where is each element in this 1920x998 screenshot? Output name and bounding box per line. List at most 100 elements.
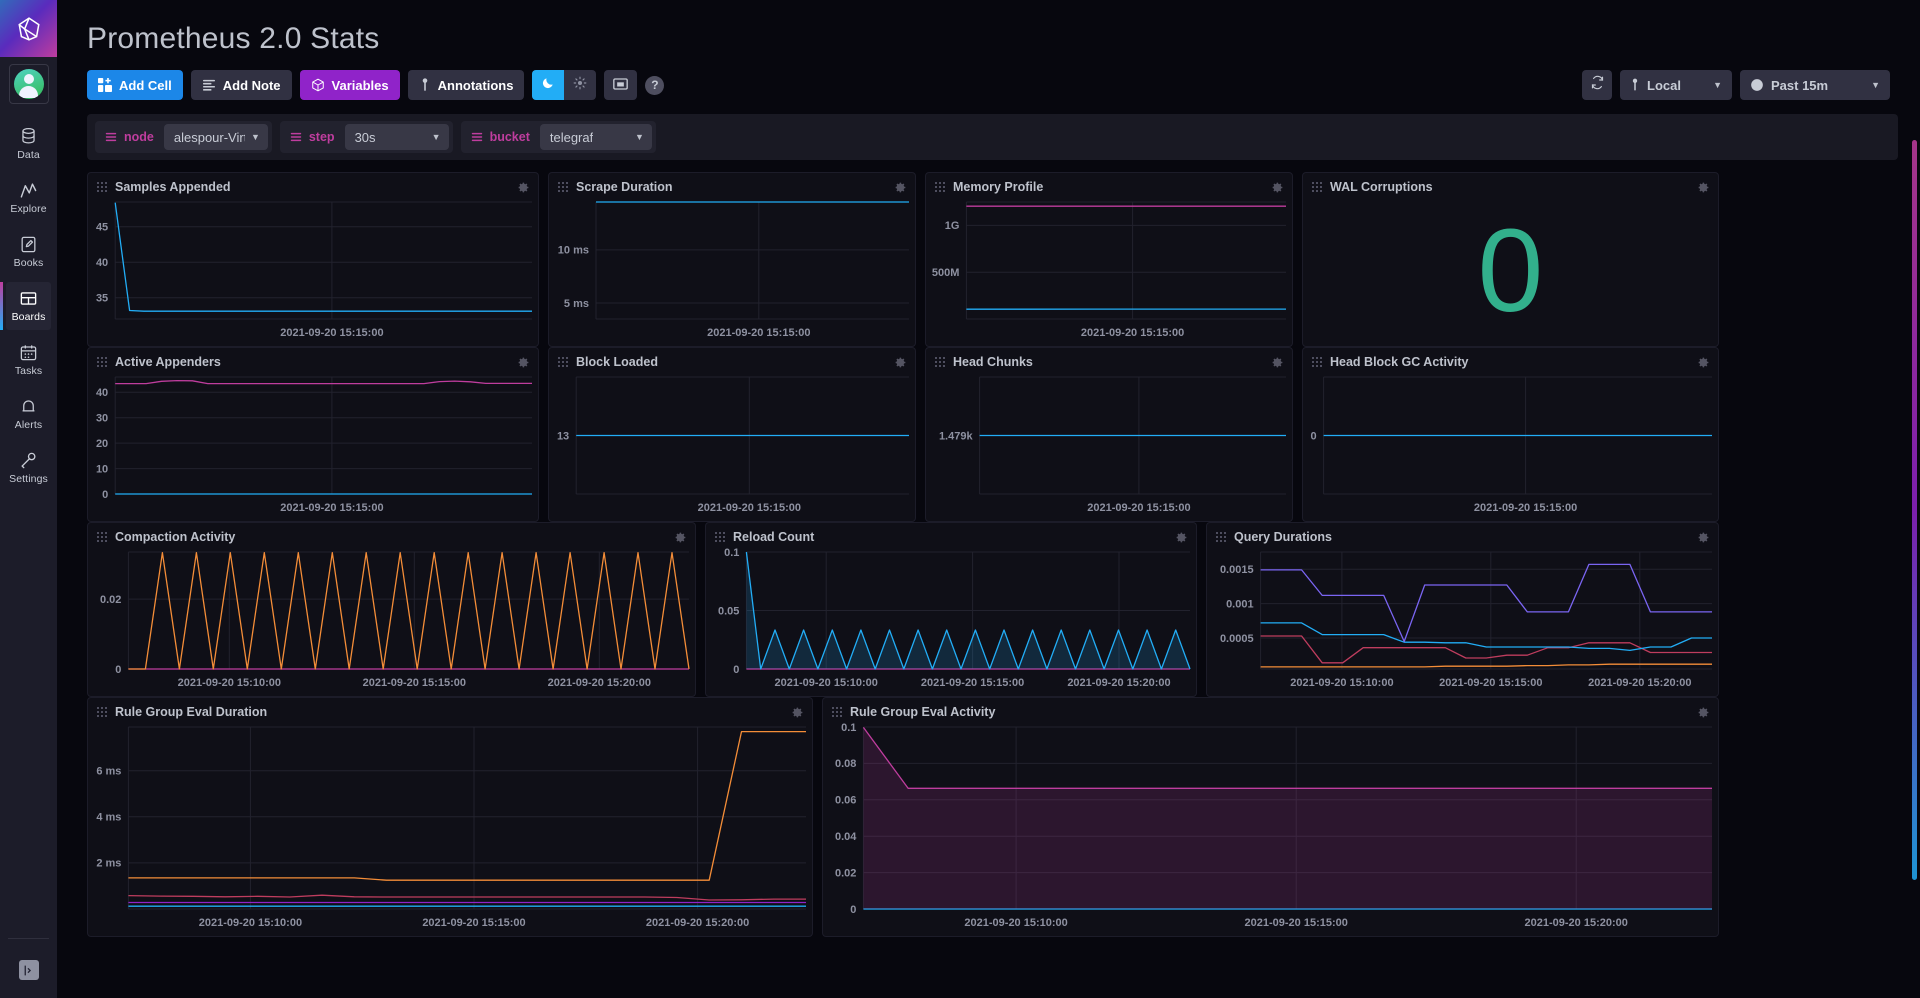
cell-scrape-duration[interactable]: Scrape Duration 10 ms 5 ms 2021-09-20 15:1…	[548, 172, 916, 347]
expand-panel-icon[interactable]	[18, 960, 39, 980]
chevron-down-icon: ▼	[250, 132, 260, 142]
gear-icon[interactable]	[1175, 531, 1188, 544]
cell-header: Reload Count	[706, 523, 1196, 546]
influxdb-logo-icon[interactable]	[0, 0, 57, 57]
wrench-icon	[19, 451, 38, 470]
svg-text:2021-09-20 15:20:00: 2021-09-20 15:20:00	[1525, 917, 1628, 929]
sidebar-item-label: Tasks	[14, 365, 43, 377]
cell-plot: 0.0015 0.001 0.0005 2021-09-20 15:10:00 2021…	[1207, 546, 1718, 696]
refresh-icon	[1590, 75, 1605, 95]
drag-handle-icon[interactable]	[97, 532, 107, 542]
dashboard-toolbar: Add Cell Add Note Variables Annotations …	[57, 56, 1920, 100]
sidebar-item-boards[interactable]: Boards	[0, 282, 51, 330]
cell-reload-count[interactable]: Reload Count 0.1 0.05 0 2021-09-20 15:10:00…	[705, 522, 1197, 697]
cell-active-appenders[interactable]: Active Appenders 40 30 20 10 0 2021-09-20 15:…	[87, 347, 539, 522]
cell-samples-appended[interactable]: Samples Appended 45 40 35 2021-09-20 15:15:…	[87, 172, 539, 347]
cell-head-chunks[interactable]: Head Chunks 1.479k 2021-09-20 15:15:00	[925, 347, 1293, 522]
gear-icon[interactable]	[894, 181, 907, 194]
annotations-button[interactable]: Annotations	[407, 70, 525, 100]
avatar[interactable]	[8, 64, 49, 104]
cell-memory-profile[interactable]: Memory Profile 1G 500M 2021-09-20 15:15:00	[925, 172, 1293, 347]
gear-icon[interactable]	[517, 181, 530, 194]
gear-icon[interactable]	[517, 356, 530, 369]
drag-handle-icon[interactable]	[97, 182, 107, 192]
gear-icon[interactable]	[1271, 181, 1284, 194]
annotation-pin-icon	[419, 78, 431, 92]
refresh-button[interactable]	[1582, 70, 1612, 100]
gear-icon[interactable]	[1697, 356, 1710, 369]
cell-compaction-activity[interactable]: Compaction Activity 0.02 0 2021-09-20 15:1…	[87, 522, 696, 697]
cell-plot: 6 ms 4 ms 2 ms 2021-09-20 15:10:00 2021-09-2…	[88, 721, 812, 936]
drag-handle-icon[interactable]	[1312, 182, 1322, 192]
cell-header: Active Appenders	[88, 348, 538, 371]
drag-handle-icon[interactable]	[935, 357, 945, 367]
gear-icon[interactable]	[1697, 531, 1710, 544]
drag-handle-icon[interactable]	[1312, 357, 1322, 367]
cell-rule-group-eval-activity[interactable]: Rule Group Eval Activity 0.1 0.08 0.06 0.04…	[822, 697, 1719, 937]
cell-plot: 1.479k 2021-09-20 15:15:00	[926, 371, 1292, 521]
sidebar-item-alerts[interactable]: Alerts	[6, 390, 51, 438]
svg-text:0.1: 0.1	[841, 722, 856, 734]
dark-mode-toggle[interactable]	[532, 70, 565, 100]
toolbar-right-group: Local ▼ Past 15m ▼	[1582, 70, 1890, 100]
cell-head-block-gc-activity[interactable]: Head Block GC Activity 0 2021-09-20 15:15…	[1302, 347, 1719, 522]
variables-button[interactable]: Variables	[299, 70, 400, 100]
drag-handle-icon[interactable]	[832, 707, 842, 717]
timezone-dropdown[interactable]: Local ▼	[1620, 70, 1732, 100]
drag-handle-icon[interactable]	[715, 532, 725, 542]
cell-wal-corruptions[interactable]: WAL Corruptions 0	[1302, 172, 1719, 347]
svg-text:2021-09-20 15:20:00: 2021-09-20 15:20:00	[1588, 677, 1691, 689]
add-cell-button[interactable]: Add Cell	[87, 70, 183, 100]
help-button[interactable]: ?	[645, 75, 665, 95]
sidebar-item-label: Books	[13, 257, 44, 269]
cell-plot: 40 30 20 10 0 2021-09-20 15:15:00	[88, 371, 538, 521]
presentation-mode-button[interactable]	[604, 70, 638, 100]
svg-text:10 ms: 10 ms	[558, 245, 589, 257]
gear-icon[interactable]	[791, 706, 804, 719]
sidebar-item-books[interactable]: Books	[6, 228, 51, 276]
drag-handle-icon[interactable]	[935, 182, 945, 192]
gear-icon[interactable]	[674, 531, 687, 544]
bell-icon	[19, 397, 38, 416]
variable-bucket-dropdown[interactable]: telegraf ▼	[539, 124, 652, 150]
vertical-scrollbar[interactable]	[1912, 140, 1917, 880]
drag-handle-icon[interactable]	[558, 182, 568, 192]
time-range-dropdown[interactable]: Past 15m ▼	[1740, 70, 1890, 100]
sidebar-item-tasks[interactable]: Tasks	[6, 336, 51, 384]
gear-icon[interactable]	[1697, 706, 1710, 719]
sidebar-item-explore[interactable]: Explore	[6, 174, 51, 222]
drag-handle-icon[interactable]	[1216, 532, 1226, 542]
gear-icon[interactable]	[894, 356, 907, 369]
sidebar-item-data[interactable]: Data	[6, 120, 51, 168]
svg-text:13: 13	[557, 430, 569, 442]
cell-plot: 0.1 0.08 0.06 0.04 0.02 0 2021-09-20 15:10:00 2…	[823, 721, 1718, 936]
cell-query-durations[interactable]: Query Durations 0.0015 0.001 0.0005 2021-09…	[1206, 522, 1719, 697]
cell-title: Rule Group Eval Activity	[850, 705, 996, 719]
sidebar-collapse-area	[0, 938, 57, 980]
svg-text:2021-09-20 15:10:00: 2021-09-20 15:10:00	[1290, 677, 1393, 689]
cell-rule-group-eval-duration[interactable]: Rule Group Eval Duration 6 ms 4 ms 2 ms 202…	[87, 697, 813, 937]
light-mode-toggle[interactable]	[564, 70, 596, 100]
cell-single-stat: 0	[1303, 196, 1718, 346]
svg-text:2 ms: 2 ms	[96, 858, 121, 870]
drag-handle-icon[interactable]	[558, 357, 568, 367]
drag-handle-icon[interactable]	[97, 707, 107, 717]
gear-icon[interactable]	[1271, 356, 1284, 369]
gear-icon[interactable]	[1697, 181, 1710, 194]
time-range-value: Past 15m	[1771, 77, 1829, 93]
svg-text:500M: 500M	[932, 267, 960, 279]
svg-text:0.02: 0.02	[835, 867, 856, 879]
cell-plot: 1G 500M 2021-09-20 15:15:00	[926, 196, 1292, 346]
cell-block-loaded[interactable]: Block Loaded 13 2021-09-20 15:15:00	[548, 347, 916, 522]
dashboard-grid-icon	[19, 289, 38, 308]
variable-step-dropdown[interactable]: 30s ▼	[344, 124, 449, 150]
drag-handle-icon[interactable]	[97, 357, 107, 367]
add-note-button[interactable]: Add Note	[190, 70, 292, 100]
variable-node-dropdown[interactable]: alespour-Virtua ▼	[163, 124, 268, 150]
chart-active-appenders: 40 30 20 10 0 2021-09-20 15:15:00	[96, 376, 532, 514]
sidebar-item-settings[interactable]: Settings	[6, 444, 51, 492]
variable-step-label: step	[308, 130, 335, 144]
chevron-down-icon: ▼	[1713, 80, 1722, 90]
app-root: Data Explore Books Boards Tasks Alerts S…	[0, 0, 1920, 998]
database-icon	[19, 127, 38, 146]
